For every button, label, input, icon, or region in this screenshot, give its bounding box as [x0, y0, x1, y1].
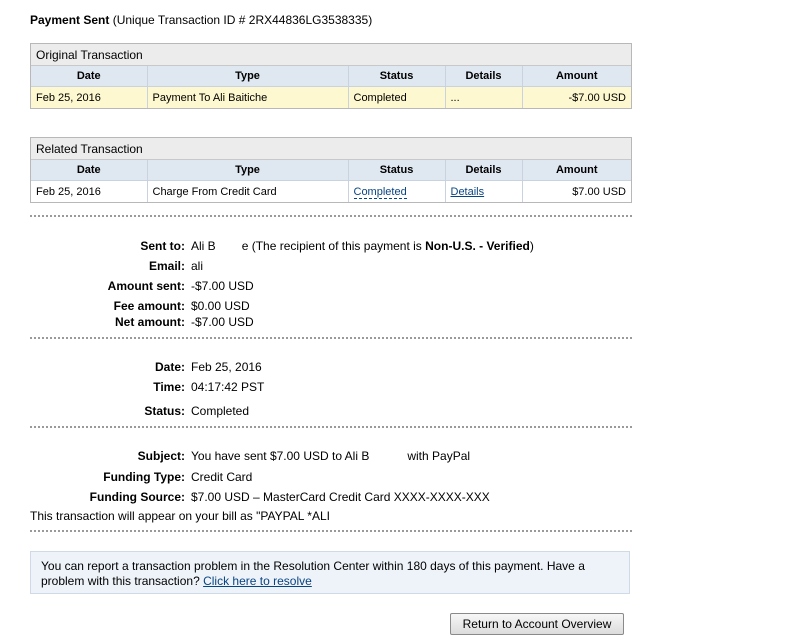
row-status: Completed: [348, 180, 446, 202]
recipient-name: Ali B: [191, 239, 216, 253]
original-transaction-title: Original Transaction: [31, 44, 631, 66]
page-heading: Payment Sent: [30, 13, 110, 27]
column-header-date: Date: [31, 160, 148, 181]
subject-prefix: You have sent $7.00 USD to Ali B: [191, 449, 370, 463]
related-transaction-panel: Related Transaction Date Type Status Det…: [30, 137, 632, 203]
table-row: Feb 25, 2016 Charge From Credit Card Com…: [31, 180, 631, 202]
funding-type-row: Funding Type: Credit Card: [30, 469, 630, 485]
related-transaction-table: Date Type Status Details Amount Feb 25, …: [31, 160, 631, 202]
time-row: Time: 04:17:42 PST: [30, 379, 630, 395]
row-date: Feb 25, 2016: [31, 86, 148, 108]
fee-amount-row: Fee amount: $0.00 USD: [30, 298, 630, 314]
column-header-date: Date: [31, 66, 148, 87]
section-divider: [30, 337, 632, 339]
recipient-note-prefix: (The recipient of this payment is: [251, 239, 422, 253]
status-row: Status: Completed: [30, 403, 630, 419]
subject-label: Subject:: [137, 449, 185, 463]
date-label: Date:: [154, 360, 185, 374]
row-type: Charge From Credit Card: [147, 180, 349, 202]
column-header-details: Details: [445, 66, 523, 87]
status-value: Completed: [191, 404, 250, 418]
notice-text: You can report a transaction problem in …: [41, 559, 585, 588]
transaction-id: (Unique Transaction ID # 2RX44836LG35383…: [112, 13, 373, 27]
net-amount-value: -$7.00 USD: [191, 315, 254, 329]
column-header-amount: Amount: [522, 66, 631, 87]
subject-value: You have sent $7.00 USD to Ali B with Pay…: [191, 448, 470, 464]
funding-source-value: $7.00 USD – MasterCard Credit Card XXXX-…: [191, 490, 490, 504]
row-status: Completed: [348, 86, 446, 108]
date-value: Feb 25, 2016: [191, 360, 262, 374]
email-row: Email: ali: [30, 258, 630, 274]
subject-suffix: with PayPal: [407, 449, 471, 463]
net-amount-row: Net amount: -$7.00 USD: [30, 314, 630, 330]
funding-type-label: Funding Type:: [103, 470, 185, 484]
sent-to-label: Sent to:: [140, 239, 185, 253]
section-divider: [30, 530, 632, 532]
column-header-type: Type: [147, 66, 349, 87]
column-header-details: Details: [445, 160, 523, 181]
status-label: Status:: [144, 404, 185, 418]
fee-amount-label: Fee amount:: [113, 299, 185, 313]
resolution-center-notice: You can report a transaction problem in …: [30, 551, 630, 594]
column-header-status: Status: [348, 160, 446, 181]
recipient-note-suffix: ): [529, 239, 534, 253]
details-link[interactable]: Details: [451, 186, 485, 198]
row-details: Details: [445, 180, 523, 202]
return-to-account-overview-button[interactable]: Return to Account Overview: [450, 613, 624, 635]
row-type: Payment To Ali Baitiche: [147, 86, 349, 108]
table-row: Feb 25, 2016 Payment To Ali Baitiche Com…: [31, 86, 631, 108]
email-value: ali: [191, 259, 204, 273]
column-header-type: Type: [147, 160, 349, 181]
original-transaction-panel: Original Transaction Date Type Status De…: [30, 43, 632, 109]
fee-amount-value: $0.00 USD: [191, 299, 250, 313]
funding-type-value: Credit Card: [191, 470, 253, 484]
bill-note: This transaction will appear on your bil…: [30, 509, 330, 523]
table-header-row: Date Type Status Details Amount: [31, 66, 631, 87]
funding-source-row: Funding Source: $7.00 USD – MasterCard C…: [30, 489, 630, 505]
sent-to-value: Ali B e (The recipient of this payment is…: [191, 238, 534, 254]
sent-to-row: Sent to: Ali B e (The recipient of this p…: [30, 238, 630, 254]
net-amount-label: Net amount:: [115, 315, 185, 329]
amount-sent-value: -$7.00 USD: [191, 279, 254, 293]
recipient-name-end: e: [241, 239, 249, 253]
related-transaction-title: Related Transaction: [31, 138, 631, 160]
table-header-row: Date Type Status Details Amount: [31, 160, 631, 181]
row-amount: -$7.00 USD: [522, 86, 631, 108]
funding-source-label: Funding Source:: [89, 490, 185, 504]
time-label: Time:: [153, 380, 185, 394]
section-divider: [30, 215, 632, 217]
date-row: Date: Feb 25, 2016: [30, 359, 630, 375]
email-label: Email:: [148, 259, 185, 273]
page-title: Payment Sent (Unique Transaction ID # 2R…: [30, 13, 372, 27]
time-value: 04:17:42 PST: [191, 380, 265, 394]
section-divider: [30, 426, 632, 428]
column-header-amount: Amount: [522, 160, 631, 181]
amount-sent-row: Amount sent: -$7.00 USD: [30, 278, 630, 294]
subject-row: Subject: You have sent $7.00 USD to Ali …: [30, 448, 630, 464]
status-completed-link[interactable]: Completed: [353, 185, 407, 199]
original-transaction-table: Date Type Status Details Amount Feb 25, …: [31, 66, 631, 108]
amount-sent-label: Amount sent:: [107, 279, 185, 293]
resolve-link[interactable]: Click here to resolve: [203, 574, 312, 588]
row-date: Feb 25, 2016: [31, 180, 148, 202]
bill-note-row: This transaction will appear on your bil…: [30, 508, 630, 524]
recipient-verification-status: Non-U.S. - Verified: [425, 239, 530, 253]
row-details: ...: [445, 86, 523, 108]
column-header-status: Status: [348, 66, 446, 87]
row-amount: $7.00 USD: [572, 185, 626, 198]
